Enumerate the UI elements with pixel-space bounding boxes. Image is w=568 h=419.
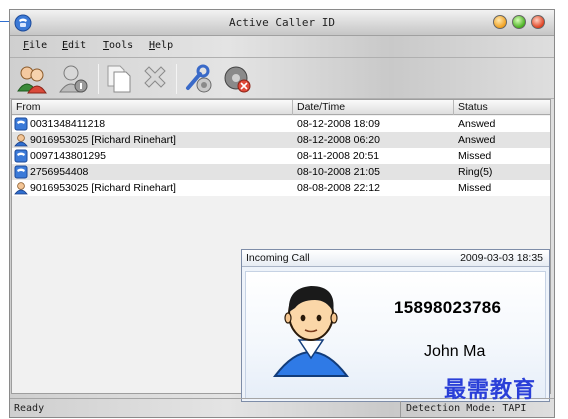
status-divider [400,401,401,417]
row-from: 0097143801295 [30,150,106,162]
popup-title: Incoming Call [246,252,310,264]
status-text: Ready [14,403,45,414]
row-status: Ring(5) [458,166,493,178]
contact-icon [14,182,28,195]
menu-tools[interactable]: Tools [103,40,133,51]
copy-icon[interactable] [102,62,136,96]
popup-time: 2009-03-03 18:35 [460,252,543,264]
row-from: 9016953025 [Richard Rinehart] [30,182,176,194]
row-from: 2756954408 [30,166,89,178]
contact-icon [14,134,28,147]
list-header: From Date/Time Status [12,100,550,115]
phone-book-icon [14,165,28,179]
toolbar-separator-2 [176,64,177,94]
menu-file-label: ile [29,40,48,51]
minimize-button[interactable] [493,15,507,29]
table-row[interactable]: 0097143801295 08-11-2008 20:51 Missed [12,148,550,164]
maximize-button[interactable] [512,15,526,29]
column-from[interactable]: From [12,100,293,115]
phone-book-icon [14,117,28,131]
user-info-icon[interactable] [56,62,90,96]
column-status[interactable]: Status [454,100,550,115]
row-status: Answed [458,118,496,130]
popup-header: Incoming Call 2009-03-03 18:35 [242,250,549,267]
settings-icon[interactable] [182,62,216,96]
disconnect-icon[interactable] [220,62,254,96]
window-title: Active Caller ID [229,16,335,29]
row-status: Answed [458,134,496,146]
title-bar[interactable]: Active Caller ID [10,10,554,36]
table-row[interactable]: 0031348411218 08-12-2008 18:09 Answed [12,116,550,132]
contacts-icon[interactable] [15,62,49,96]
column-datetime[interactable]: Date/Time [293,100,454,115]
watermark-logo: 最需教育 [444,377,537,403]
menu-help-label: elp [155,40,174,51]
app-window: Active Caller ID File Edit Tools Help Fr… [9,9,555,418]
detection-mode: Detection Mode: TAPI [406,403,527,414]
menu-tools-label: ools [109,40,134,51]
caller-name: John Ma [424,343,486,360]
table-row[interactable]: 9016953025 [Richard Rinehart] 08-08-2008… [12,180,550,196]
menu-edit[interactable]: Edit [62,40,86,51]
row-datetime: 08-11-2008 20:51 [297,150,380,162]
row-from: 9016953025 [Richard Rinehart] [30,134,176,146]
toolbar-separator [98,64,99,94]
row-from: 0031348411218 [30,118,106,130]
phone-book-icon [14,149,28,163]
delete-icon[interactable] [138,62,172,96]
row-status: Missed [458,182,492,194]
menu-file[interactable]: File [23,40,47,51]
caller-avatar-icon [272,286,350,377]
row-datetime: 08-12-2008 06:20 [297,134,380,146]
menu-bar: File Edit Tools Help [10,37,554,57]
menu-edit-label: dit [68,40,87,51]
toolbar [10,57,554,99]
table-row[interactable]: 9016953025 [Richard Rinehart] 08-12-2008… [12,132,550,148]
row-status: Missed [458,150,492,162]
menu-help[interactable]: Help [149,40,173,51]
row-datetime: 08-10-2008 21:05 [297,166,380,178]
row-datetime: 08-12-2008 18:09 [297,118,380,130]
caller-number: 15898023786 [394,298,502,317]
close-button[interactable] [531,15,545,29]
table-row[interactable]: 2756954408 08-10-2008 21:05 Ring(5) [12,164,550,180]
row-datetime: 08-08-2008 22:12 [297,182,380,194]
